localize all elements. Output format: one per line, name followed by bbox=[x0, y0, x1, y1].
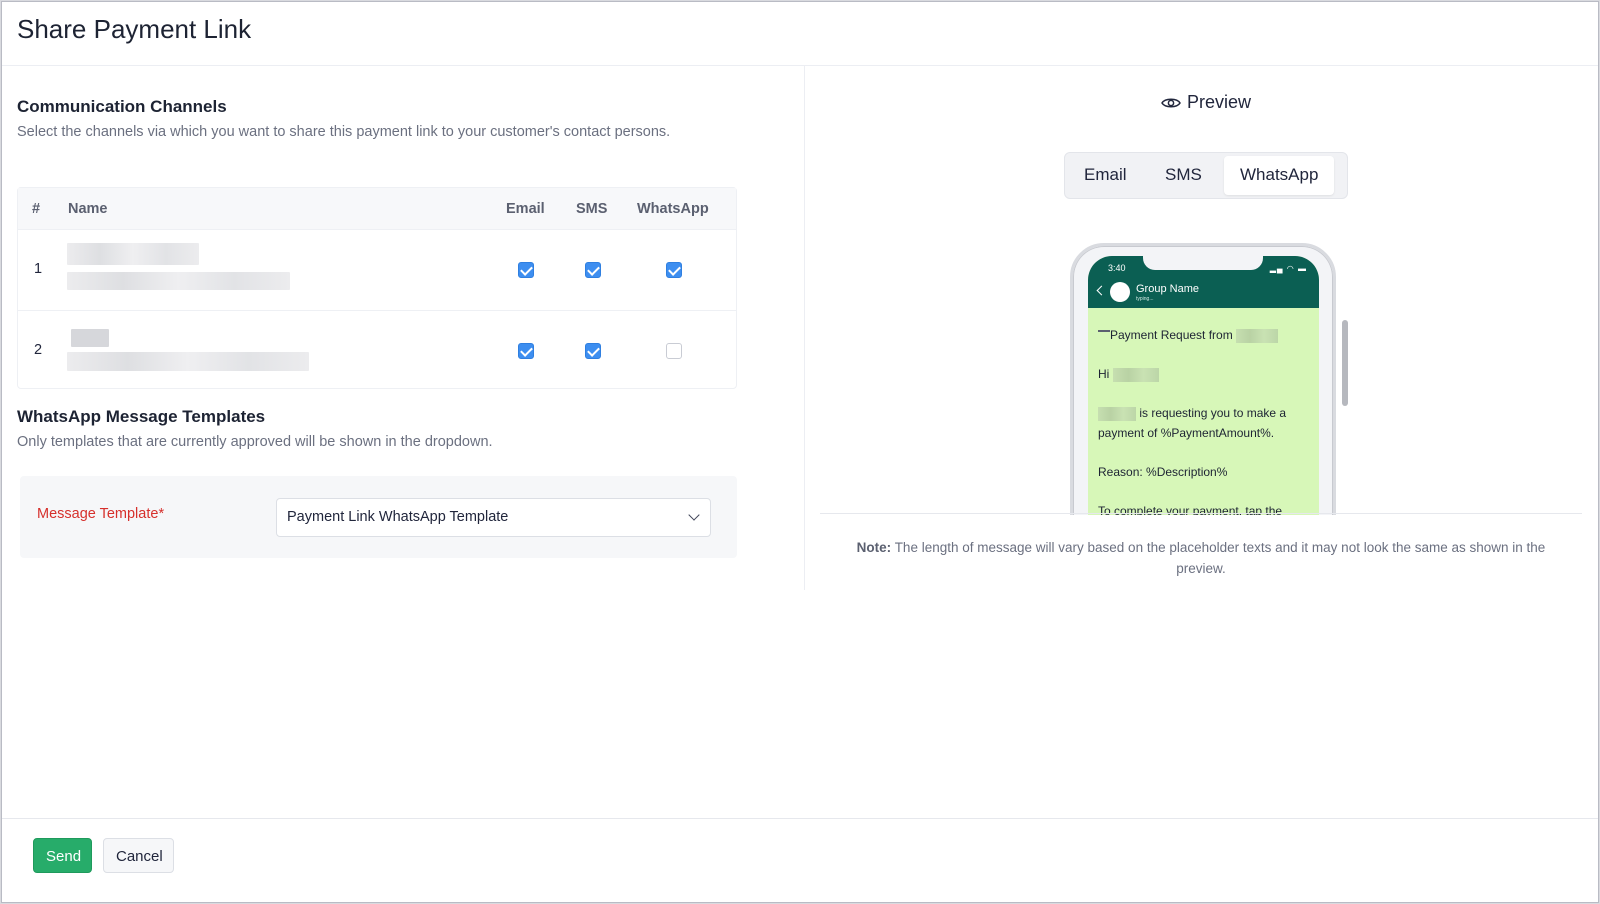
tab-email[interactable]: Email bbox=[1084, 165, 1127, 185]
typing-status: typing... bbox=[1136, 296, 1154, 302]
col-email: Email bbox=[506, 201, 545, 217]
row-number: 2 bbox=[34, 342, 43, 358]
message-template-section: Message Template* Payment Link WhatsApp … bbox=[20, 476, 737, 558]
channels-title: Communication Channels bbox=[17, 97, 227, 116]
status-time: 3:40 bbox=[1108, 263, 1126, 273]
redacted-contact-name bbox=[71, 329, 109, 347]
redacted-contact-name bbox=[67, 243, 199, 265]
preview-panel: Preview Email SMS WhatsApp 3:40 ▂▄ ◠ ▬ G… bbox=[805, 66, 1598, 590]
signal-wifi-battery-icon: ▂▄ ◠ ▬ bbox=[1269, 264, 1307, 273]
preview-scrollbar[interactable] bbox=[1342, 320, 1348, 406]
tab-sms[interactable]: SMS bbox=[1165, 165, 1202, 185]
templates-title: WhatsApp Message Templates bbox=[17, 407, 266, 426]
message-line: Hi bbox=[1098, 364, 1312, 384]
phone-frame: 3:40 ▂▄ ◠ ▬ Group Name typing... Payment… bbox=[1070, 243, 1336, 515]
phone-side-button bbox=[1070, 321, 1073, 351]
redacted-contact-email bbox=[67, 352, 309, 371]
share-payment-link-dialog: Share Payment Link Communication Channel… bbox=[1, 1, 1599, 903]
table-row: 1 bbox=[18, 230, 736, 310]
tab-whatsapp[interactable]: WhatsApp bbox=[1224, 156, 1335, 195]
send-button[interactable]: Send bbox=[33, 838, 92, 873]
left-panel: Communication Channels Select the channe… bbox=[2, 66, 804, 590]
preview-note: Note: The length of message will vary ba… bbox=[856, 540, 1546, 576]
row-2-sms-checkbox[interactable] bbox=[585, 343, 601, 359]
redacted-customer bbox=[1112, 367, 1159, 382]
templates-description: Only templates that are currently approv… bbox=[17, 434, 493, 450]
channels-description: Select the channels via which you want t… bbox=[17, 124, 671, 140]
row-2-email-checkbox[interactable] bbox=[518, 343, 534, 359]
col-sms: SMS bbox=[576, 201, 608, 217]
message-template-select[interactable]: Payment Link WhatsApp Template bbox=[276, 498, 711, 537]
contacts-table: # Name Email SMS WhatsApp 1 2 bbox=[17, 187, 737, 389]
col-whatsapp: WhatsApp bbox=[637, 201, 709, 217]
row-number: 1 bbox=[34, 261, 43, 277]
table-row: 2 bbox=[18, 310, 736, 390]
preview-divider bbox=[820, 513, 1582, 514]
page-title: Share Payment Link bbox=[17, 14, 252, 44]
row-1-email-checkbox[interactable] bbox=[518, 262, 534, 278]
group-name: Group Name bbox=[1136, 283, 1199, 295]
dialog-footer: Send Cancel bbox=[2, 818, 1598, 902]
col-name: Name bbox=[68, 201, 108, 217]
message-template-label: Message Template* bbox=[37, 506, 165, 522]
message-template-value: Payment Link WhatsApp Template bbox=[287, 509, 509, 525]
row-1-sms-checkbox[interactable] bbox=[585, 262, 601, 278]
phone-notch bbox=[1143, 256, 1263, 270]
message-line: Reason: %Description% bbox=[1098, 465, 1228, 479]
back-icon bbox=[1096, 285, 1107, 296]
row-2-whatsapp-checkbox[interactable] bbox=[666, 343, 682, 359]
preview-title: Preview bbox=[1187, 92, 1252, 112]
phone-side-button bbox=[1070, 363, 1073, 405]
col-num: # bbox=[32, 201, 41, 217]
phone-preview: 3:40 ▂▄ ◠ ▬ Group Name typing... Payment… bbox=[1070, 243, 1336, 515]
avatar bbox=[1110, 282, 1130, 302]
chevron-down-icon bbox=[688, 509, 700, 521]
message-line: is requesting you to make a payment of %… bbox=[1098, 406, 1287, 440]
table-header: # Name Email SMS WhatsApp bbox=[18, 188, 736, 230]
preview-tabs: Email SMS WhatsApp bbox=[1064, 152, 1348, 199]
message-line: Payment Request from bbox=[1098, 325, 1312, 345]
redacted-company bbox=[1236, 328, 1279, 343]
preview-heading: Preview bbox=[1161, 92, 1251, 113]
row-1-whatsapp-checkbox[interactable] bbox=[666, 262, 682, 278]
phone-side-button bbox=[1333, 355, 1336, 419]
phone-screen: 3:40 ▂▄ ◠ ▬ Group Name typing... Payment… bbox=[1088, 256, 1319, 515]
eye-icon bbox=[1161, 98, 1181, 107]
cancel-button[interactable]: Cancel bbox=[103, 838, 174, 873]
dialog-header: Share Payment Link bbox=[2, 2, 1598, 66]
card-icon bbox=[1098, 330, 1110, 336]
redacted-contact-email bbox=[67, 272, 290, 290]
redacted-company bbox=[1098, 406, 1136, 421]
